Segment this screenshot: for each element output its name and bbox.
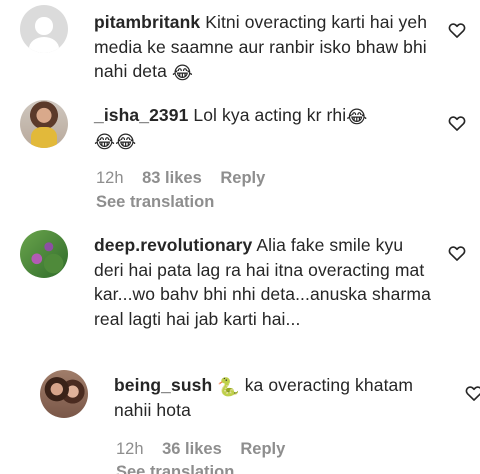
- likes-count[interactable]: 83 likes: [142, 169, 202, 187]
- comment-text: pitambritank Kitni overacting karti hai …: [94, 10, 434, 84]
- avatar[interactable]: [40, 370, 88, 418]
- heart-icon[interactable]: [464, 383, 480, 403]
- comment-item: deep.revolutionary Alia fake smile kyu d…: [0, 225, 480, 360]
- comment-username[interactable]: _isha_2391: [94, 105, 188, 125]
- comment-username[interactable]: deep.revolutionary: [94, 235, 252, 255]
- comment-time: 12h: [116, 440, 144, 458]
- see-translation-link[interactable]: See translation: [116, 461, 234, 474]
- laughing-emoji: 😂: [171, 63, 194, 83]
- comment-meta: 12h 83 likes Reply: [96, 167, 279, 189]
- comment-time: 12h: [96, 169, 124, 187]
- comment-body: Lol kya acting kr rhi: [193, 105, 347, 125]
- likes-count[interactable]: 36 likes: [162, 440, 222, 458]
- comment-username[interactable]: being_sush: [114, 375, 212, 395]
- reply-button[interactable]: Reply: [240, 440, 285, 458]
- heart-icon[interactable]: [447, 243, 467, 263]
- comment-text: _isha_2391 Lol kya acting kr rhi😂 😂😂: [94, 103, 434, 152]
- snake-emoji: 🐍: [217, 377, 240, 397]
- comment-text: being_sush 🐍 ka overacting khatam nahii …: [114, 373, 444, 422]
- laughing-emoji: 😂: [346, 107, 368, 127]
- reply-button[interactable]: Reply: [220, 169, 265, 187]
- avatar[interactable]: [20, 230, 68, 278]
- heart-icon[interactable]: [447, 20, 467, 40]
- heart-icon[interactable]: [447, 113, 467, 133]
- comment-item: pitambritank Kitni overacting karti hai …: [0, 0, 480, 100]
- laughing-emoji: 😂😂: [94, 131, 137, 152]
- reply-item: being_sush 🐍 ka overacting khatam nahii …: [0, 360, 480, 474]
- avatar[interactable]: [20, 100, 68, 148]
- comment-meta: 12h 36 likes Reply: [116, 438, 299, 460]
- comment-item: _isha_2391 Lol kya acting kr rhi😂 😂😂 12h…: [0, 95, 480, 220]
- comment-username[interactable]: pitambritank: [94, 12, 200, 32]
- see-translation-link[interactable]: See translation: [96, 191, 214, 213]
- avatar[interactable]: [20, 5, 68, 53]
- comment-text: deep.revolutionary Alia fake smile kyu d…: [94, 233, 434, 331]
